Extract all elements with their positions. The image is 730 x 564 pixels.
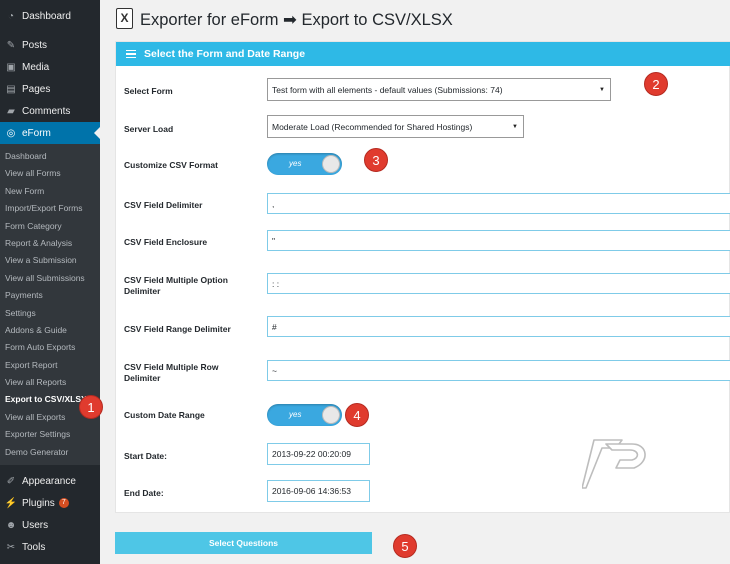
submenu-item-form-category[interactable]: Form Category [0,218,100,235]
menu-media[interactable]: ▣ Media [0,56,100,78]
label-line: CSV Field Multiple Row [124,362,219,372]
menu-label: Dashboard [22,10,71,22]
panel-heading-text: Select the Form and Date Range [144,48,306,60]
menu-appearance[interactable]: ✐ Appearance [0,470,100,492]
callout-marker-5: 5 [393,534,417,558]
panel-heading: Select the Form and Date Range [116,42,730,66]
custom-date-toggle[interactable]: yes [267,404,342,426]
sliders-icon [126,49,136,59]
toggle-knob [322,406,340,424]
submenu-item-view-a-submission[interactable]: View a Submission [0,252,100,269]
menu-comments[interactable]: ▰ Comments [0,100,100,122]
menu-label: Comments [22,105,71,117]
label-line: Delimiter [124,286,161,296]
toggle-label: yes [289,159,302,168]
chevron-down-icon: ▼ [512,123,518,130]
custom-date-label: Custom Date Range [124,410,205,420]
admin-sidebar: ◔ Dashboard ✎ Posts ▣ Media ▤ Pages ▰ Co… [0,0,100,564]
callout-marker-4: 4 [345,403,369,427]
select-questions-button[interactable]: Select Questions [115,532,372,554]
menu-posts[interactable]: ✎ Posts [0,34,100,56]
server-load-value: Moderate Load (Recommended for Shared Ho… [272,121,473,132]
select-form-dropdown[interactable]: Test form with all elements - default va… [267,78,611,101]
media-icon: ▣ [6,61,16,73]
wrench-icon: ✂ [6,541,16,553]
submenu-item-addons-guide[interactable]: Addons & Guide [0,322,100,339]
brush-icon: ✐ [6,475,16,487]
menu-tools[interactable]: ✂ Tools [0,536,100,558]
submenu-item-payments[interactable]: Payments [0,287,100,304]
pin-icon: ✎ [6,39,16,51]
select-form-value: Test form with all elements - default va… [272,84,503,95]
submenu-item-demo-generator[interactable]: Demo Generator [0,444,100,461]
toggle-knob [322,155,340,173]
menu-dashboard[interactable]: ◔ Dashboard [0,5,100,27]
customize-csv-label: Customize CSV Format [124,160,218,170]
callout-marker-3: 3 [364,148,388,172]
csv-multi-row-label: CSV Field Multiple Row Delimiter [124,362,218,384]
submenu-item-view-all-forms[interactable]: View all Forms [0,165,100,182]
csv-multi-option-input[interactable]: : : [267,273,730,294]
end-date-input[interactable]: 2016-09-06 14:36:53 [267,480,370,502]
pages-icon: ▤ [6,83,16,95]
label-line: Delimiter [124,373,161,383]
page-header: X Exporter for eForm ➡ Export to CSV/XLS… [100,0,730,40]
csv-enclosure-input[interactable]: " [267,230,730,251]
chevron-down-icon: ▼ [599,86,605,93]
csv-range-input[interactable]: # [267,316,730,337]
csv-multi-option-label: CSV Field Multiple Option Delimiter [124,275,228,297]
end-date-label: End Date: [124,488,164,498]
submenu-item-view-all-reports[interactable]: View all Reports [0,374,100,391]
toggle-label: yes [289,410,302,419]
menu-label: Appearance [22,475,76,487]
menu-pages[interactable]: ▤ Pages [0,78,100,100]
submenu-item-import-export-forms[interactable]: Import/Export Forms [0,200,100,217]
start-date-label: Start Date: [124,451,167,461]
submenu-item-settings[interactable]: Settings [0,305,100,322]
comments-icon: ▰ [7,105,15,117]
csv-multi-row-input[interactable]: ~ [267,360,730,381]
submenu-item-dashboard[interactable]: Dashboard [0,148,100,165]
callout-marker-2: 2 [644,72,668,96]
menu-label: Users [22,519,49,531]
plug-icon: ⚡ [4,497,18,509]
server-load-dropdown[interactable]: Moderate Load (Recommended for Shared Ho… [267,115,524,138]
menu-label: Tools [22,541,46,553]
eform-icon: ◎ [6,127,16,139]
menu-users[interactable]: ☻ Users [0,514,100,536]
customize-csv-toggle[interactable]: yes [267,153,342,175]
csv-enclosure-label: CSV Field Enclosure [124,237,208,247]
submenu-item-form-auto-exports[interactable]: Form Auto Exports [0,339,100,356]
csv-range-label: CSV Field Range Delimiter [124,324,231,334]
menu-label: Posts [22,39,48,51]
csv-delimiter-input[interactable]: , [267,193,730,214]
select-form-label: Select Form [124,86,173,96]
watermark-logo [582,439,646,489]
csv-delimiter-label: CSV Field Delimiter [124,200,203,210]
menu-plugins[interactable]: ⚡ Plugins 7 [0,492,100,514]
menu-eform[interactable]: ◎ eForm [0,122,100,144]
submenu-item-export-report[interactable]: Export Report [0,357,100,374]
dashboard-icon: ◔ [7,10,15,22]
submenu-item-view-all-submissions[interactable]: View all Submissions [0,270,100,287]
menu-label: Media [22,61,50,73]
page-title: Exporter for eForm ➡ Export to CSV/XLSX [140,11,453,29]
menu-label: Pages [22,83,51,95]
server-load-label: Server Load [124,124,174,134]
submenu-item-new-form[interactable]: New Form [0,183,100,200]
start-date-input[interactable]: 2013-09-22 00:20:09 [267,443,370,465]
menu-label: eForm [22,127,51,139]
excel-icon: X [116,8,133,29]
callout-marker-1: 1 [79,395,103,419]
users-icon: ☻ [5,519,17,531]
label-line: CSV Field Multiple Option [124,275,228,285]
menu-label: Plugins [22,497,55,509]
plugins-update-badge: 7 [58,498,69,509]
submenu-item-report-analysis[interactable]: Report & Analysis [0,235,100,252]
submenu-item-exporter-settings[interactable]: Exporter Settings [0,426,100,443]
